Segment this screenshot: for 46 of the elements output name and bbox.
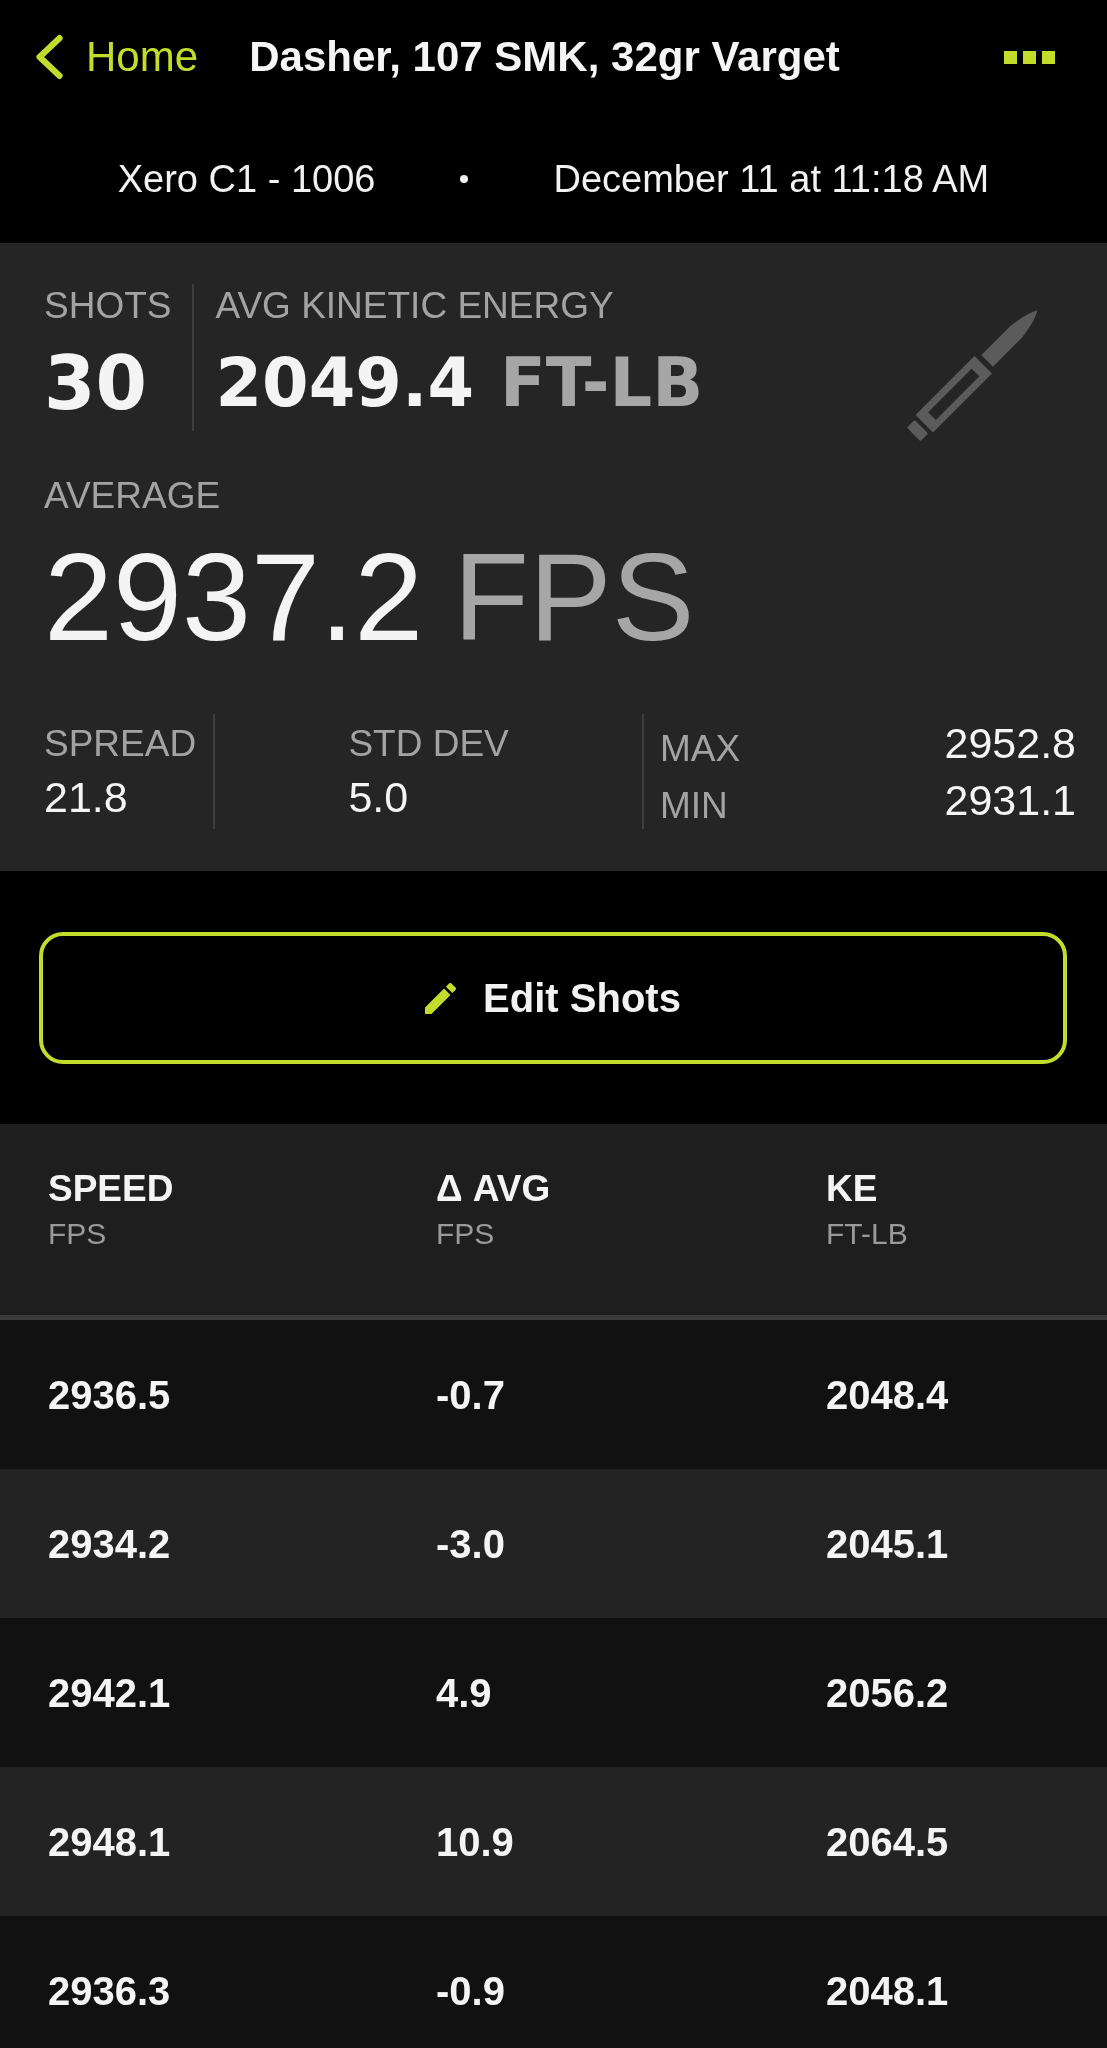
back-button[interactable]: Home	[34, 32, 199, 82]
nav-title: Dasher, 107 SMK, 32gr Varget	[249, 32, 840, 82]
more-icon[interactable]	[1004, 50, 1055, 64]
column-header: KE	[826, 1167, 879, 1211]
stat-value: 5.0	[348, 773, 410, 821]
table-cell-text: 4.9	[436, 1669, 492, 1717]
table-cell-text: 2045.1	[826, 1520, 949, 1568]
session-date: December 11 at 11:18 AM	[553, 156, 990, 202]
table-cell-text: 10.9	[436, 1818, 514, 1866]
stat-value: 2049.4	[215, 346, 474, 420]
stat-label: MAX	[660, 726, 741, 771]
edit-button[interactable]: Edit Shots	[39, 932, 1067, 1064]
table-cell-text: 2942.1	[48, 1669, 171, 1717]
table-cell-text: 2948.1	[48, 1818, 171, 1866]
table-cell-text: 2064.5	[826, 1818, 949, 1866]
stat-label: SPREAD	[44, 722, 197, 766]
column-header: SPEED	[48, 1167, 175, 1211]
column-header: Δ AVG	[436, 1167, 552, 1211]
table-cell-text: -3.0	[436, 1520, 505, 1568]
chevron-icon	[34, 34, 64, 80]
column-unit: FPS	[436, 1216, 496, 1252]
column-unit: FT-LB	[826, 1216, 909, 1252]
table-cell-text: -0.7	[436, 1371, 505, 1419]
column-unit: FPS	[48, 1216, 108, 1252]
table-cell-text: 2048.4	[826, 1371, 949, 1419]
stat-label: AVG KINETIC ENERGY	[215, 284, 615, 328]
stat-label: MIN	[660, 784, 728, 829]
table-cell-text: 2936.5	[48, 1371, 171, 1419]
separator-dot-icon	[460, 174, 469, 183]
table-cell-text: 2048.1	[826, 1967, 949, 2015]
table-cell-text: 2056.2	[826, 1669, 949, 1717]
table-cell-text: 2934.2	[48, 1520, 171, 1568]
average-value: 2937.2	[44, 535, 424, 659]
stat-value: 21.8	[44, 773, 129, 821]
stat-value: 30	[44, 346, 148, 420]
stat-label: SHOTS	[44, 284, 172, 328]
stat-label: AVERAGE	[44, 474, 222, 518]
unit-label: FPS	[453, 535, 695, 659]
unit-label: FT-LB	[500, 346, 704, 420]
stat-label: STD DEV	[348, 722, 509, 766]
device-name: Xero C1 - 1006	[117, 156, 376, 202]
stat-value: 2931.1	[944, 776, 1076, 825]
pencil-icon	[425, 982, 457, 1014]
stat-value: 2952.8	[944, 718, 1076, 767]
table-cell-text: -0.9	[436, 1967, 505, 2015]
table-cell-text: 2936.3	[48, 1967, 171, 2015]
